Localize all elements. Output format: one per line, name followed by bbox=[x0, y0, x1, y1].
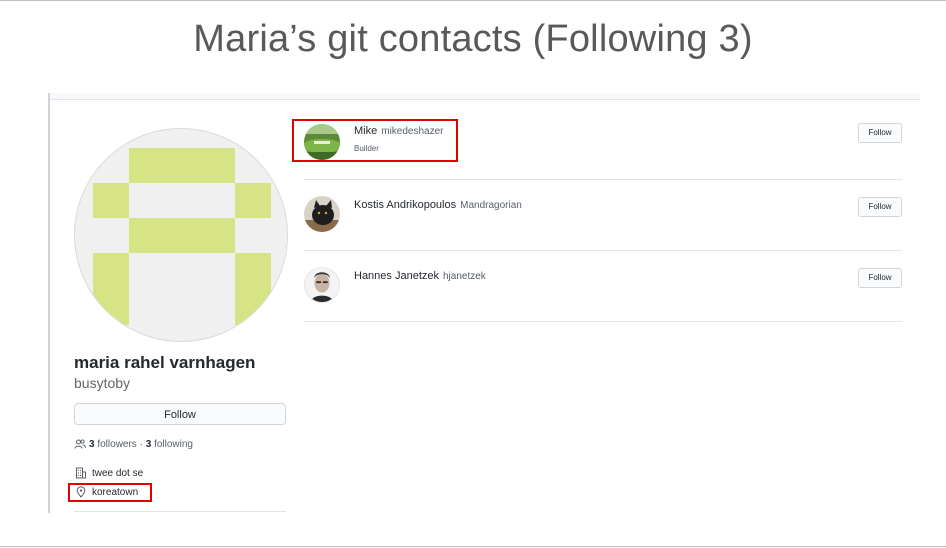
bottom-rule bbox=[0, 546, 946, 547]
profile-username: busytoby bbox=[74, 375, 131, 391]
follow-button-kostis[interactable]: Follow bbox=[858, 197, 902, 217]
user-name-link[interactable]: Kostis Andrikopoulos Mandragorian bbox=[354, 199, 522, 211]
followers-label: followers bbox=[97, 438, 137, 450]
following-count: 3 bbox=[145, 438, 152, 450]
mike-highlight-box bbox=[292, 119, 458, 162]
profile-avatar[interactable] bbox=[74, 128, 288, 342]
followers-link[interactable]: 3 followers bbox=[89, 439, 137, 450]
list-divider bbox=[304, 321, 902, 322]
profile-follow-button[interactable]: Follow bbox=[74, 403, 286, 425]
user-fullname: Hannes Janetzek bbox=[354, 270, 439, 282]
follow-stats: 3 followers · 3 following bbox=[74, 438, 193, 450]
portrait-avatar-icon bbox=[305, 268, 339, 302]
user-avatar-hannes[interactable] bbox=[304, 267, 340, 303]
following-label: following bbox=[154, 438, 193, 450]
follow-button-mike[interactable]: Follow bbox=[858, 123, 902, 143]
identicon-icon bbox=[93, 148, 271, 325]
following-list-item: Kostis Andrikopoulos Mandragorian Follow bbox=[304, 194, 902, 264]
list-divider bbox=[304, 250, 902, 251]
cat-avatar-icon bbox=[304, 196, 340, 232]
profile-divider bbox=[74, 511, 286, 512]
follow-button-hannes[interactable]: Follow bbox=[858, 268, 902, 288]
following-list-item: Hannes Janetzek hjanetzek Follow bbox=[304, 265, 902, 335]
user-login: hjanetzek bbox=[443, 271, 486, 282]
user-fullname: Kostis Andrikopoulos bbox=[354, 199, 457, 211]
people-icon bbox=[74, 439, 86, 449]
list-divider bbox=[304, 179, 902, 180]
slide-title: Maria’s git contacts (Following 3) bbox=[193, 18, 753, 60]
top-rule bbox=[0, 0, 946, 1]
location-highlight-box bbox=[68, 483, 152, 502]
following-link[interactable]: 3 following bbox=[146, 439, 193, 450]
followers-count: 3 bbox=[89, 438, 95, 450]
user-login: Mandragorian bbox=[460, 200, 522, 211]
profile-fullname: maria rahel varnhagen bbox=[74, 353, 256, 372]
frame-border bbox=[48, 93, 50, 513]
organization-icon bbox=[76, 467, 86, 479]
company-text: twee dot se bbox=[92, 467, 144, 479]
user-avatar-kostis[interactable] bbox=[304, 196, 340, 232]
stats-separator: · bbox=[139, 438, 143, 450]
frame-header bbox=[50, 93, 920, 100]
user-name-link[interactable]: Hannes Janetzek hjanetzek bbox=[354, 270, 486, 282]
profile-company: twee dot se bbox=[75, 467, 143, 479]
